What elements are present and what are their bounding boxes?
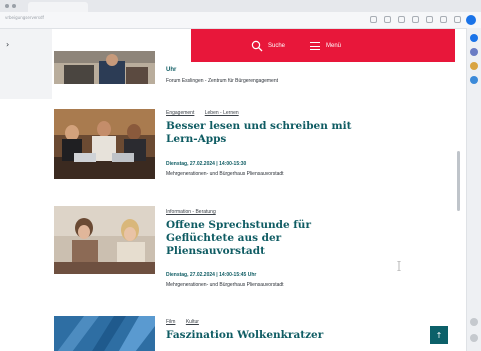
profile-avatar[interactable] [466,15,476,25]
chevron-right-icon[interactable]: › [6,40,9,49]
url-text[interactable]: vrbeigungserversdf [5,15,44,20]
window-control-icon[interactable] [5,4,9,8]
event-title[interactable]: Offene Sprechstunde für Geflüchtete aus … [166,219,316,258]
arrow-up-icon: ↑ [435,330,443,340]
tag-link[interactable]: Engagement [166,110,194,116]
event-thumbnail[interactable] [54,206,155,274]
tag-link[interactable]: Information - Beratung [166,209,216,215]
event-date: Dienstag, 27.02.2024 | 14:00-15:30 [166,161,247,167]
extensions-icon[interactable] [440,16,447,23]
search-icon [251,40,263,52]
scrollbar-thumb[interactable] [457,151,460,211]
address-bar[interactable]: vrbeigungserversdf [0,12,481,29]
site-header: Suche Menü [191,29,455,62]
back-to-top-button[interactable]: ↑ [430,326,448,344]
page-viewport: › Uhr Forum Esslingen - Zentrum für Bürg… [0,29,466,351]
browser-tab-bar [0,0,481,12]
collections-icon[interactable] [426,16,433,23]
more-menu-icon[interactable] [454,16,461,23]
sidebar-app-icon[interactable] [470,62,478,70]
event-date: Dienstag, 27.02.2024 | 14:00-15:45 Uhr [166,272,257,278]
event-location: Forum Esslingen - Zentrum für Bürgerenga… [166,78,278,84]
hamburger-icon [310,42,320,50]
tag-link[interactable]: Film [166,319,175,325]
left-panel: › [0,29,52,99]
event-thumbnail[interactable] [54,109,155,179]
window-control-icon[interactable] [12,4,16,8]
copilot-icon[interactable] [470,34,478,42]
search-label: Suche [268,43,286,49]
search-button[interactable]: Suche [251,38,285,54]
event-thumbnail[interactable] [54,51,155,84]
event-title[interactable]: Faszination Wolkenkratzer [166,329,376,342]
event-tags: Film Kultur [166,319,208,325]
scrollbar[interactable] [455,29,463,351]
split-screen-icon[interactable] [398,16,405,23]
browser-tab[interactable] [28,2,88,12]
event-title[interactable]: Besser lesen und schreiben mit Lern-Apps [166,120,376,146]
event-location: Mehrgenerationen- und Bürgerhaus Pliensa… [166,282,284,288]
favorites-icon[interactable] [412,16,419,23]
sidebar-app-icon[interactable] [470,48,478,56]
sidebar-add-icon[interactable] [470,334,478,342]
tag-link[interactable]: Kultur [186,319,199,325]
event-thumbnail[interactable] [54,316,155,351]
read-aloud-icon[interactable] [370,16,377,23]
event-time-fragment: Uhr [166,67,177,73]
sidebar-app-icon[interactable] [470,76,478,84]
event-tags: Information - Beratung [166,209,225,215]
event-location: Mehrgenerationen- und Bürgerhaus Pliensa… [166,171,284,177]
event-tags: Engagement Leben - Lernen [166,110,248,116]
menu-button[interactable]: Menü [310,38,341,54]
text-cursor-icon [397,261,401,271]
menu-label: Menü [326,43,342,49]
browser-sidebar [466,28,481,351]
favorite-star-icon[interactable] [384,16,391,23]
tag-link[interactable]: Leben - Lernen [205,110,239,116]
sidebar-settings-icon[interactable] [470,318,478,326]
